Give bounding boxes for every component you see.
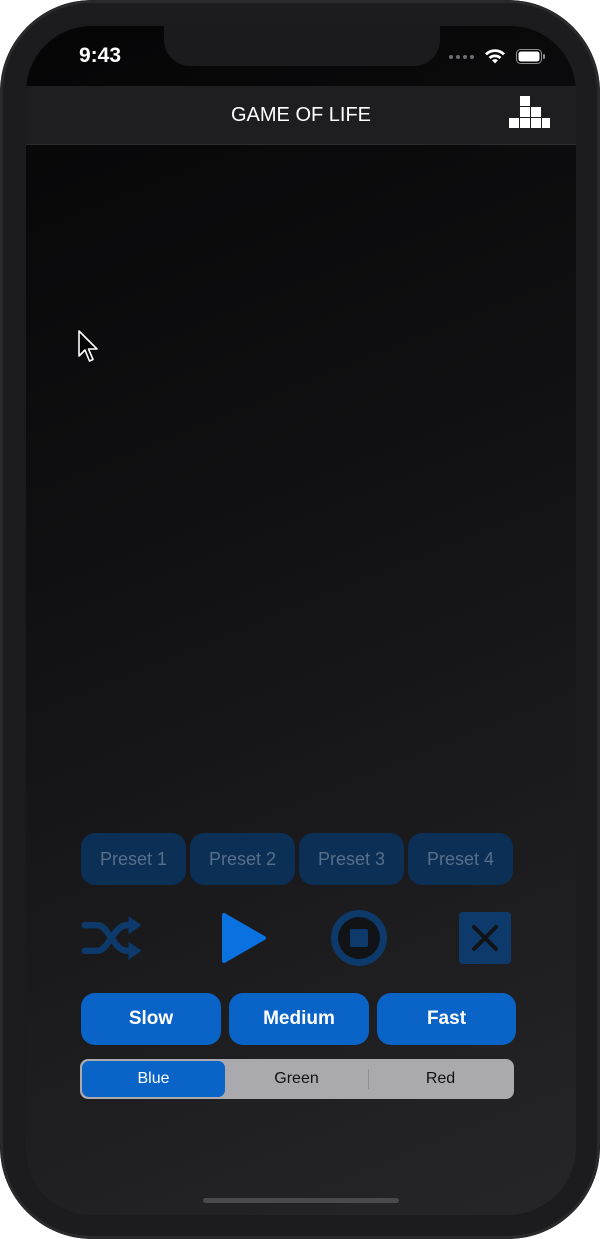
- device-frame: 9:43 GAME OF LIFE Preset 1 Preset 2 Pres…: [0, 0, 600, 1239]
- stop-button[interactable]: [327, 906, 391, 970]
- stop-icon: [331, 910, 387, 966]
- segment-red[interactable]: Red: [369, 1061, 512, 1097]
- side-button: [0, 198, 3, 236]
- color-segmented-control: Blue Green Red: [80, 1059, 514, 1099]
- wifi-icon: [485, 49, 505, 64]
- preset-1-button[interactable]: Preset 1: [81, 833, 186, 885]
- segment-blue[interactable]: Blue: [82, 1061, 225, 1097]
- status-indicators: [449, 48, 546, 65]
- shuffle-button[interactable]: [81, 906, 145, 970]
- preset-buttons: Preset 1 Preset 2 Preset 3 Preset 4: [81, 833, 513, 885]
- playback-controls: [81, 906, 517, 970]
- page-title: GAME OF LIFE: [230, 104, 372, 126]
- home-indicator[interactable]: [203, 1198, 399, 1203]
- preset-3-button[interactable]: Preset 3: [299, 833, 404, 885]
- medium-speed-button[interactable]: Medium: [229, 993, 369, 1045]
- notch: [164, 26, 440, 66]
- battery-icon: [516, 49, 545, 64]
- volume-up-button: [0, 270, 3, 336]
- slow-speed-button[interactable]: Slow: [81, 993, 221, 1045]
- status-time: 9:43: [79, 44, 122, 67]
- shuffle-icon: [81, 916, 142, 960]
- fast-speed-button[interactable]: Fast: [377, 993, 516, 1045]
- preset-2-button[interactable]: Preset 2: [190, 833, 295, 885]
- play-icon: [222, 913, 266, 963]
- segment-green[interactable]: Green: [225, 1061, 368, 1097]
- staircase-blocks-icon[interactable]: [506, 90, 550, 134]
- play-button[interactable]: [211, 906, 275, 970]
- app-screen: 9:43 GAME OF LIFE Preset 1 Preset 2 Pres…: [26, 26, 576, 1216]
- mouse-cursor-icon: [78, 330, 98, 362]
- clear-icon: [459, 912, 511, 964]
- speed-buttons: Slow Medium Fast: [81, 993, 516, 1045]
- cellular-signal-icon: [449, 54, 474, 59]
- navigation-bar: GAME OF LIFE: [26, 86, 576, 145]
- clear-button[interactable]: [453, 906, 517, 970]
- volume-down-button: [0, 350, 3, 416]
- preset-4-button[interactable]: Preset 4: [408, 833, 513, 885]
